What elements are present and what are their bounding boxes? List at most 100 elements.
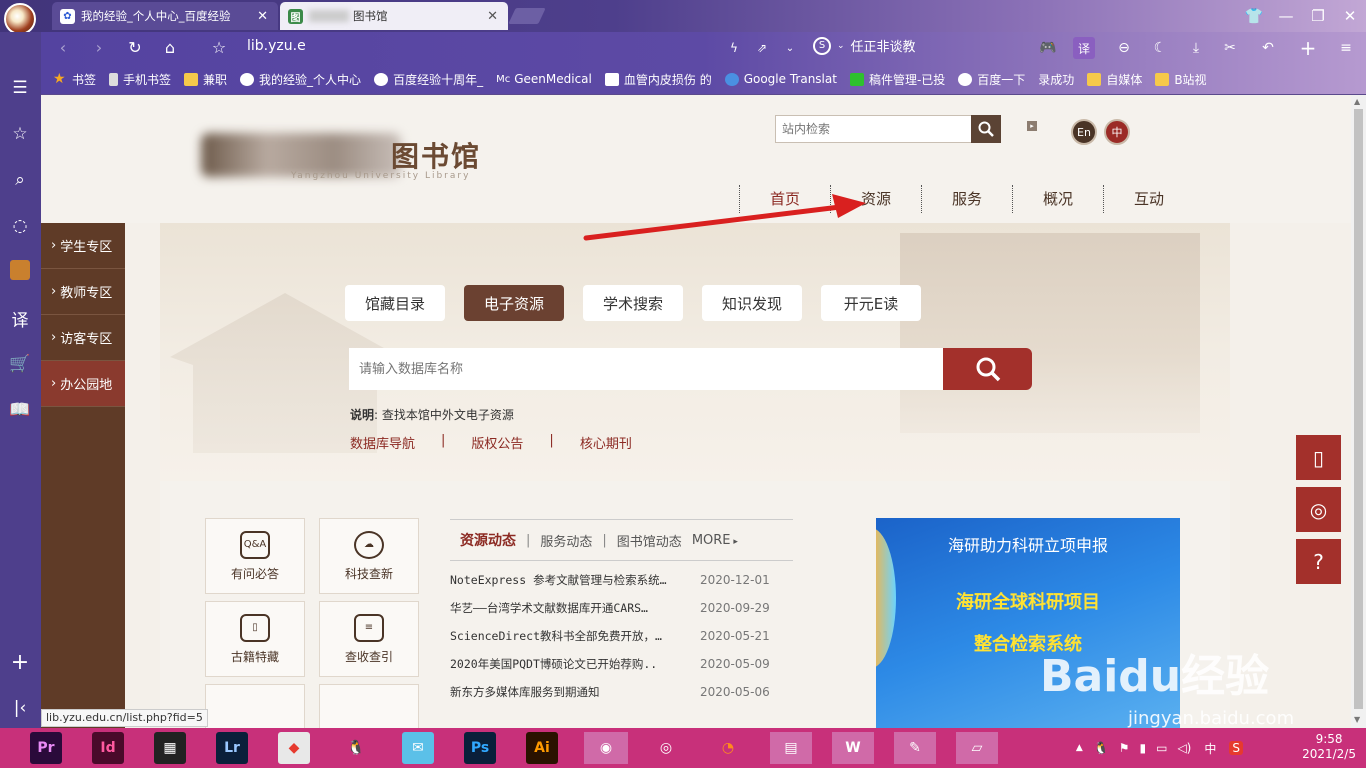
- bookmark-item[interactable]: 我的经验_个人中心: [240, 71, 361, 88]
- favorite-star-icon[interactable]: ☆: [209, 37, 229, 57]
- indesign-app[interactable]: Id: [92, 732, 124, 764]
- tab-catalog[interactable]: 馆藏目录: [345, 285, 445, 321]
- chrome-icon[interactable]: ◎: [650, 732, 682, 764]
- news-item[interactable]: NoteExpress 参考文献管理与检索系统… 2020-12-01: [450, 566, 793, 594]
- lightning-icon[interactable]: ϟ: [723, 37, 745, 59]
- chat-icon[interactable]: ◌: [8, 214, 32, 238]
- bookmark-item[interactable]: 自媒体: [1087, 71, 1142, 88]
- undo-icon[interactable]: ↶: [1257, 37, 1279, 59]
- tab-library[interactable]: 图 图书馆 ✕: [280, 2, 508, 30]
- nav-interaction[interactable]: 互动: [1103, 185, 1194, 213]
- nav-home[interactable]: 首页: [739, 185, 830, 213]
- writer-icon[interactable]: W: [832, 732, 874, 764]
- arrow-right-icon[interactable]: ▸: [1027, 121, 1037, 131]
- bookmark-item[interactable]: 录成功: [1038, 71, 1074, 88]
- film-icon[interactable]: ▦: [154, 732, 186, 764]
- category-office[interactable]: › 办公园地: [41, 361, 125, 407]
- bookmark-item[interactable]: ★ 书签: [53, 71, 96, 88]
- browser-app-icon[interactable]: ◉: [584, 732, 628, 764]
- bird-icon[interactable]: ◔: [712, 732, 744, 764]
- star-icon[interactable]: ☆: [8, 122, 32, 146]
- forward-icon[interactable]: ›: [89, 37, 109, 57]
- lightroom-app[interactable]: Lr: [216, 732, 248, 764]
- database-search-button[interactable]: [943, 348, 1032, 390]
- page-scrollbar[interactable]: ▲ ▼: [1351, 95, 1366, 728]
- chat-icon[interactable]: ✉: [402, 732, 434, 764]
- reload-icon[interactable]: ↻: [125, 37, 145, 57]
- library-logo[interactable]: 图书馆 Yangzhou University Library: [201, 133, 511, 183]
- bookmark-item[interactable]: Google Translat: [724, 72, 837, 86]
- skin-icon[interactable]: 👕: [1238, 0, 1270, 32]
- mobile-icon[interactable]: ▯: [1296, 435, 1341, 480]
- clock[interactable]: 9:58 2021/2/5: [1302, 732, 1356, 762]
- scroll-thumb[interactable]: [1354, 109, 1363, 709]
- illustrator-app[interactable]: Ai: [526, 732, 558, 764]
- link-database-nav[interactable]: 数据库导航: [350, 433, 415, 452]
- nav-overview[interactable]: 概况: [1012, 185, 1103, 213]
- browser-logo[interactable]: [4, 3, 36, 35]
- tab-discovery[interactable]: 知识发现: [702, 285, 802, 321]
- link-copyright[interactable]: 版权公告: [471, 433, 523, 452]
- close-icon[interactable]: ✕: [487, 9, 498, 24]
- book-icon[interactable]: 📖: [8, 398, 32, 422]
- quick-citation[interactable]: ≡ 查收查引: [319, 601, 419, 677]
- game-avatar-icon[interactable]: [10, 260, 30, 280]
- bookmark-item[interactable]: 百度一下: [958, 71, 1025, 88]
- quick-more-1[interactable]: [205, 684, 305, 728]
- moon-icon[interactable]: ☾: [1149, 37, 1171, 59]
- battery-icon[interactable]: ▮: [1139, 741, 1146, 755]
- news-item[interactable]: ScienceDirect教科书全部免费开放，… 2020-05-21: [450, 622, 793, 650]
- quick-ancient-books[interactable]: ▯ 古籍特藏: [205, 601, 305, 677]
- news-item[interactable]: 华艺——台湾学术文献数据库开通CARS… 2020-09-29: [450, 594, 793, 622]
- consult-icon[interactable]: ?: [1296, 539, 1341, 584]
- news-item[interactable]: 2020年美国PQDT博硕论文已开始荐购.. 2020-05-09: [450, 650, 793, 678]
- database-search-input[interactable]: [349, 348, 943, 390]
- bookmark-item[interactable]: 血管内皮损伤 的: [604, 71, 712, 88]
- flag-icon[interactable]: ⚑: [1119, 741, 1130, 755]
- document-icon[interactable]: ▱: [956, 732, 998, 764]
- quick-more-2[interactable]: [319, 684, 419, 728]
- game-icon[interactable]: 🎮: [1037, 37, 1059, 59]
- tab-e-read[interactable]: 开元E读: [821, 285, 921, 321]
- bookmark-item[interactable]: 兼职: [184, 71, 227, 88]
- nav-services[interactable]: 服务: [921, 185, 1012, 213]
- site-search-input[interactable]: [776, 116, 966, 142]
- maximize-icon[interactable]: ❐: [1302, 0, 1334, 32]
- qq-tray-icon[interactable]: 🐧: [1094, 741, 1109, 755]
- lang-en-button[interactable]: En: [1071, 119, 1097, 145]
- tab-e-resources[interactable]: 电子资源: [464, 285, 564, 321]
- news-item[interactable]: 新东方多媒体库服务到期通知 2020-05-06: [450, 678, 793, 706]
- tab-service-news[interactable]: 服务动态: [530, 531, 602, 550]
- minimize-icon[interactable]: —: [1270, 0, 1302, 32]
- weibo-icon[interactable]: ◎: [1296, 487, 1341, 532]
- bookmark-item[interactable]: Mc GeenMedical: [496, 72, 592, 86]
- photoshop-app[interactable]: Ps: [464, 732, 496, 764]
- menu-icon[interactable]: ≡: [1335, 37, 1357, 59]
- translate-icon[interactable]: 译: [1073, 37, 1095, 59]
- folder-icon[interactable]: ▤: [770, 732, 812, 764]
- app-icon[interactable]: ◆: [278, 732, 310, 764]
- scissors-icon[interactable]: ✂: [1219, 37, 1241, 59]
- category-teacher[interactable]: › 教师专区: [41, 269, 125, 315]
- close-window-icon[interactable]: ✕: [1334, 0, 1366, 32]
- search-engine-box[interactable]: S ⌄ 任正非谈教: [813, 36, 916, 55]
- network-icon[interactable]: ▭: [1156, 741, 1167, 755]
- bookmark-item[interactable]: B站视: [1155, 71, 1207, 88]
- tab-resource-news[interactable]: 资源动态: [450, 530, 526, 550]
- back-icon[interactable]: ‹: [53, 37, 73, 57]
- scroll-up-icon[interactable]: ▲: [1354, 97, 1360, 106]
- search-icon[interactable]: ⌕: [8, 168, 32, 192]
- tab-library-news[interactable]: 图书馆动态: [607, 531, 692, 550]
- chevron-up-icon[interactable]: ▲: [1076, 743, 1083, 753]
- sogou-icon[interactable]: S: [1229, 741, 1243, 755]
- bookmark-item[interactable]: 百度经验十周年_: [374, 71, 483, 88]
- add-icon[interactable]: +: [1297, 36, 1319, 60]
- extension-icon[interactable]: ⊖: [1113, 37, 1135, 59]
- tab-academic-search[interactable]: 学术搜索: [583, 285, 683, 321]
- close-icon[interactable]: ✕: [257, 9, 268, 24]
- quick-qa[interactable]: Q&A 有问必答: [205, 518, 305, 594]
- site-search-button[interactable]: [971, 115, 1001, 143]
- premiere-app[interactable]: Pr: [30, 732, 62, 764]
- share-icon[interactable]: ⇗: [751, 37, 773, 59]
- add-icon[interactable]: +: [8, 650, 32, 675]
